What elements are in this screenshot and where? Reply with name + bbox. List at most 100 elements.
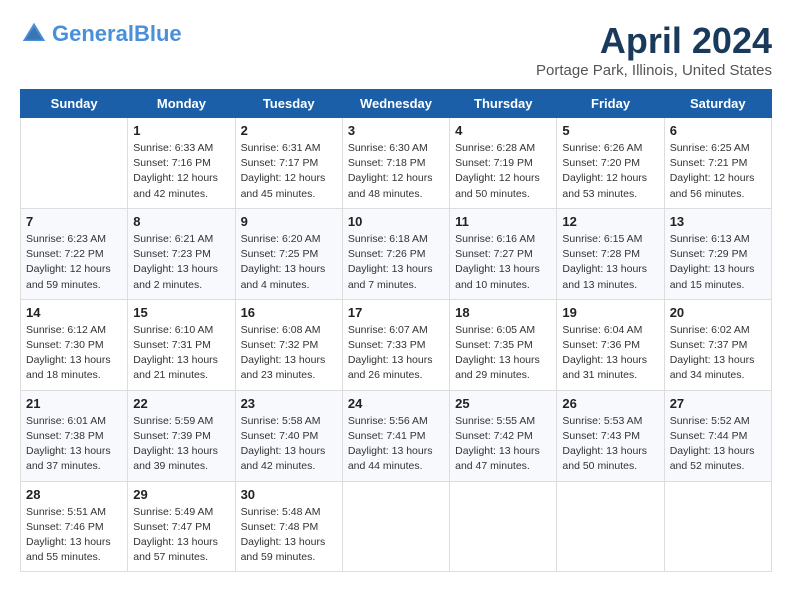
cell-info: Sunrise: 6:10 AMSunset: 7:31 PMDaylight:… [133,323,229,384]
calendar-cell: 13 Sunrise: 6:13 AMSunset: 7:29 PMDayligh… [664,208,771,299]
calendar-cell: 19 Sunrise: 6:04 AMSunset: 7:36 PMDayligh… [557,299,664,390]
logo: GeneralBlue [20,20,182,48]
cell-info: Sunrise: 5:49 AMSunset: 7:47 PMDaylight:… [133,505,229,566]
calendar-cell: 23 Sunrise: 5:58 AMSunset: 7:40 PMDayligh… [235,390,342,481]
cell-day-number: 6 [670,123,766,138]
cell-day-number: 24 [348,396,444,411]
cell-info: Sunrise: 5:59 AMSunset: 7:39 PMDaylight:… [133,414,229,475]
cell-day-number: 27 [670,396,766,411]
weekday-header: Monday [128,90,235,118]
weekday-header: Saturday [664,90,771,118]
calendar-cell: 30 Sunrise: 5:48 AMSunset: 7:48 PMDayligh… [235,481,342,572]
calendar-week-row: 1 Sunrise: 6:33 AMSunset: 7:16 PMDaylight… [21,118,772,209]
calendar-cell: 28 Sunrise: 5:51 AMSunset: 7:46 PMDayligh… [21,481,128,572]
cell-info: Sunrise: 6:02 AMSunset: 7:37 PMDaylight:… [670,323,766,384]
calendar-cell: 21 Sunrise: 6:01 AMSunset: 7:38 PMDayligh… [21,390,128,481]
calendar-cell: 3Sunrise: 6:30 AMSunset: 7:18 PMDaylight… [342,118,449,209]
cell-day-number: 30 [241,487,337,502]
cell-info: Sunrise: 6:08 AMSunset: 7:32 PMDaylight:… [241,323,337,384]
cell-info: Sunrise: 5:55 AMSunset: 7:42 PMDaylight:… [455,414,551,475]
logo-text: GeneralBlue [52,22,182,46]
cell-day-number: 15 [133,305,229,320]
calendar-cell [557,481,664,572]
cell-day-number: 1 [133,123,229,138]
cell-day-number: 22 [133,396,229,411]
calendar-cell [450,481,557,572]
cell-day-number: 29 [133,487,229,502]
cell-info: Sunrise: 5:53 AMSunset: 7:43 PMDaylight:… [562,414,658,475]
calendar-subtitle: Portage Park, Illinois, United States [536,62,772,79]
calendar-cell: 12 Sunrise: 6:15 AMSunset: 7:28 PMDayligh… [557,208,664,299]
weekday-header-row: SundayMondayTuesdayWednesdayThursdayFrid… [21,90,772,118]
cell-info: Sunrise: 6:15 AMSunset: 7:28 PMDaylight:… [562,232,658,293]
cell-day-number: 21 [26,396,122,411]
calendar-cell: 20 Sunrise: 6:02 AMSunset: 7:37 PMDayligh… [664,299,771,390]
cell-info: Sunrise: 5:51 AMSunset: 7:46 PMDaylight:… [26,505,122,566]
calendar-cell [21,118,128,209]
calendar-cell: 1 Sunrise: 6:33 AMSunset: 7:16 PMDaylight… [128,118,235,209]
calendar-cell [664,481,771,572]
calendar-cell: 5Sunrise: 6:26 AMSunset: 7:20 PMDaylight… [557,118,664,209]
title-area: April 2024 Portage Park, Illinois, Unite… [536,20,772,79]
cell-day-number: 14 [26,305,122,320]
cell-day-number: 20 [670,305,766,320]
page-header: GeneralBlue April 2024 Portage Park, Ill… [20,20,772,79]
cell-day-number: 19 [562,305,658,320]
weekday-header: Thursday [450,90,557,118]
logo-line1: General [52,21,134,46]
calendar-cell: 17Sunrise: 6:07 AMSunset: 7:33 PMDayligh… [342,299,449,390]
weekday-header: Wednesday [342,90,449,118]
calendar-cell: 7Sunrise: 6:23 AMSunset: 7:22 PMDaylight… [21,208,128,299]
cell-info: Sunrise: 6:04 AMSunset: 7:36 PMDaylight:… [562,323,658,384]
cell-day-number: 3 [348,123,444,138]
cell-day-number: 12 [562,214,658,229]
calendar-week-row: 28 Sunrise: 5:51 AMSunset: 7:46 PMDayligh… [21,481,772,572]
calendar-cell: 15 Sunrise: 6:10 AMSunset: 7:31 PMDayligh… [128,299,235,390]
cell-day-number: 9 [241,214,337,229]
calendar-cell: 9Sunrise: 6:20 AMSunset: 7:25 PMDaylight… [235,208,342,299]
cell-day-number: 25 [455,396,551,411]
cell-info: Sunrise: 6:05 AMSunset: 7:35 PMDaylight:… [455,323,551,384]
cell-info: Sunrise: 6:01 AMSunset: 7:38 PMDaylight:… [26,414,122,475]
calendar-cell: 8 Sunrise: 6:21 AMSunset: 7:23 PMDaylight… [128,208,235,299]
cell-day-number: 13 [670,214,766,229]
cell-info: Sunrise: 5:58 AMSunset: 7:40 PMDaylight:… [241,414,337,475]
cell-day-number: 28 [26,487,122,502]
calendar-cell [342,481,449,572]
logo-line2: Blue [134,21,182,46]
cell-info: Sunrise: 6:25 AMSunset: 7:21 PMDaylight:… [670,141,766,202]
cell-info: Sunrise: 6:33 AMSunset: 7:16 PMDaylight:… [133,141,229,202]
calendar-cell: 10Sunrise: 6:18 AMSunset: 7:26 PMDayligh… [342,208,449,299]
calendar-table: SundayMondayTuesdayWednesdayThursdayFrid… [20,89,772,572]
cell-day-number: 23 [241,396,337,411]
calendar-cell: 14Sunrise: 6:12 AMSunset: 7:30 PMDayligh… [21,299,128,390]
cell-info: Sunrise: 6:28 AMSunset: 7:19 PMDaylight:… [455,141,551,202]
cell-day-number: 11 [455,214,551,229]
cell-day-number: 17 [348,305,444,320]
calendar-week-row: 7Sunrise: 6:23 AMSunset: 7:22 PMDaylight… [21,208,772,299]
cell-info: Sunrise: 6:31 AMSunset: 7:17 PMDaylight:… [241,141,337,202]
cell-day-number: 4 [455,123,551,138]
calendar-cell: 26 Sunrise: 5:53 AMSunset: 7:43 PMDayligh… [557,390,664,481]
calendar-cell: 22 Sunrise: 5:59 AMSunset: 7:39 PMDayligh… [128,390,235,481]
calendar-cell: 25 Sunrise: 5:55 AMSunset: 7:42 PMDayligh… [450,390,557,481]
cell-day-number: 16 [241,305,337,320]
cell-day-number: 10 [348,214,444,229]
calendar-week-row: 21 Sunrise: 6:01 AMSunset: 7:38 PMDayligh… [21,390,772,481]
logo-icon [20,20,48,48]
cell-info: Sunrise: 5:52 AMSunset: 7:44 PMDaylight:… [670,414,766,475]
calendar-cell: 2Sunrise: 6:31 AMSunset: 7:17 PMDaylight… [235,118,342,209]
cell-info: Sunrise: 6:13 AMSunset: 7:29 PMDaylight:… [670,232,766,293]
cell-info: Sunrise: 6:16 AMSunset: 7:27 PMDaylight:… [455,232,551,293]
weekday-header: Tuesday [235,90,342,118]
cell-day-number: 7 [26,214,122,229]
cell-day-number: 8 [133,214,229,229]
weekday-header: Sunday [21,90,128,118]
cell-day-number: 18 [455,305,551,320]
cell-day-number: 26 [562,396,658,411]
cell-info: Sunrise: 6:26 AMSunset: 7:20 PMDaylight:… [562,141,658,202]
calendar-cell: 6 Sunrise: 6:25 AMSunset: 7:21 PMDaylight… [664,118,771,209]
cell-info: Sunrise: 6:21 AMSunset: 7:23 PMDaylight:… [133,232,229,293]
cell-info: Sunrise: 5:48 AMSunset: 7:48 PMDaylight:… [241,505,337,566]
calendar-cell: 11 Sunrise: 6:16 AMSunset: 7:27 PMDayligh… [450,208,557,299]
